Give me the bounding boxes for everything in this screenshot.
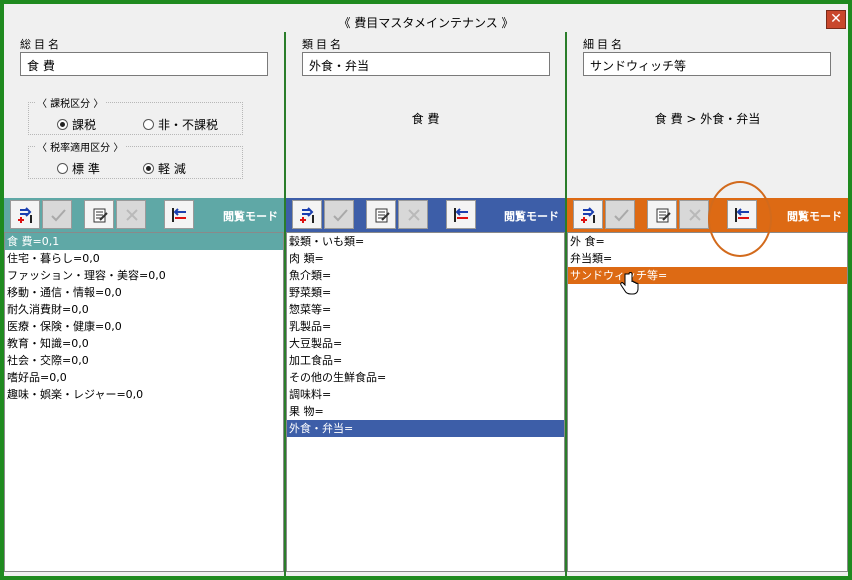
highlight-ring xyxy=(708,181,772,257)
list-item[interactable]: 加工食品= xyxy=(287,352,564,369)
radio-standard[interactable]: 標 準 xyxy=(57,160,100,177)
list-item[interactable]: その他の生鮮食品= xyxy=(287,369,564,386)
item-label: 細目名 xyxy=(583,38,625,51)
category-label: 総目名 xyxy=(20,38,62,51)
radio-dot-icon xyxy=(57,119,68,130)
confirm-button[interactable] xyxy=(324,200,354,229)
list-item[interactable]: 外 食= xyxy=(568,233,847,250)
breadcrumb: 食 費 xyxy=(411,112,440,126)
list-item[interactable]: 魚介類= xyxy=(287,267,564,284)
list-item[interactable]: 住宅・暮らし=0,0 xyxy=(5,250,283,267)
list-item[interactable]: 弁当類= xyxy=(568,250,847,267)
list-item[interactable]: 食 費=0,1 xyxy=(5,233,283,250)
tax-rate-group: 〈 税率適用区分 〉 標 準 軽 減 xyxy=(28,139,243,179)
category-toolbar: 閲覧モード xyxy=(4,198,284,232)
list-item[interactable]: 調味料= xyxy=(287,386,564,403)
list-item[interactable]: 嗜好品=0,0 xyxy=(5,369,283,386)
list-item[interactable]: 乳製品= xyxy=(287,318,564,335)
subcategory-field[interactable]: 外食・弁当 xyxy=(302,52,550,76)
add-record-button[interactable] xyxy=(292,200,322,229)
subcategory-label: 類目名 xyxy=(302,38,344,51)
edit-button[interactable] xyxy=(647,200,677,229)
list-item[interactable]: 医療・保険・健康=0,0 xyxy=(5,318,283,335)
radio-taxable[interactable]: 課税 xyxy=(57,116,96,133)
subcategory-list[interactable]: 穀類・いも類= 肉 類= 魚介類= 野菜類= 惣菜等= 乳製品= 大豆製品= 加工食品= その他… xyxy=(286,232,565,572)
list-item[interactable]: 野菜類= xyxy=(287,284,564,301)
subcategory-panel: 類目名 外食・弁当 食 費 閲覧モード 穀類・いも類= 肉 類= 魚介類= 野菜類= 惣… xyxy=(286,32,565,572)
list-item[interactable]: 果 物= xyxy=(287,403,564,420)
view-mode-label: 閲覧モード xyxy=(223,210,278,223)
subcategory-toolbar: 閲覧モード xyxy=(286,198,565,232)
list-item[interactable]: 耐久消費財=0,0 xyxy=(5,301,283,318)
category-field[interactable]: 食 費 xyxy=(20,52,268,76)
mode-switch-button[interactable] xyxy=(164,200,194,229)
add-record-button[interactable] xyxy=(10,200,40,229)
view-mode-label: 閲覧モード xyxy=(504,210,559,223)
list-item[interactable]: 穀類・いも類= xyxy=(287,233,564,250)
hand-cursor-icon xyxy=(620,272,639,295)
tax-rate-label: 〈 税率適用区分 〉 xyxy=(35,139,126,154)
delete-button[interactable] xyxy=(398,200,428,229)
list-item[interactable]: 惣菜等= xyxy=(287,301,564,318)
list-item[interactable]: サンドウィッチ等= xyxy=(568,267,847,284)
category-list[interactable]: 食 費=0,1 住宅・暮らし=0,0 ファッション・理容・美容=0,0 移動・通信・情… xyxy=(4,232,284,572)
window-title: 《 費目マスタメインテナンス 》 xyxy=(338,16,514,30)
list-item[interactable]: 教育・知識=0,0 xyxy=(5,335,283,352)
close-icon: ✕ xyxy=(830,11,842,27)
radio-dot-icon xyxy=(57,163,68,174)
list-item[interactable]: 趣味・娯楽・レジャー=0,0 xyxy=(5,386,283,403)
confirm-button[interactable] xyxy=(605,200,635,229)
category-panel: 総目名 食 費 〈 課税区分 〉 課税 非・不課税 〈 税率適用区分 〉 標 準… xyxy=(4,32,284,572)
mode-switch-button[interactable] xyxy=(446,200,476,229)
tax-class-group: 〈 課税区分 〉 課税 非・不課税 xyxy=(28,95,243,135)
delete-button[interactable] xyxy=(116,200,146,229)
edit-button[interactable] xyxy=(84,200,114,229)
list-item[interactable]: 移動・通信・情報=0,0 xyxy=(5,284,283,301)
item-panel: 細目名 サンドウィッチ等 食 費 > 外食・弁当 閲覧モード 外 食= 弁当類= サ… xyxy=(567,32,848,572)
list-item[interactable]: ファッション・理容・美容=0,0 xyxy=(5,267,283,284)
list-item[interactable]: 肉 類= xyxy=(287,250,564,267)
radio-non-taxable[interactable]: 非・不課税 xyxy=(143,116,218,133)
delete-button[interactable] xyxy=(679,200,709,229)
radio-reduced[interactable]: 軽 減 xyxy=(143,160,186,177)
list-item[interactable]: 大豆製品= xyxy=(287,335,564,352)
view-mode-label: 閲覧モード xyxy=(787,210,842,223)
confirm-button[interactable] xyxy=(42,200,72,229)
list-item[interactable]: 社会・交際=0,0 xyxy=(5,352,283,369)
edit-button[interactable] xyxy=(366,200,396,229)
item-field[interactable]: サンドウィッチ等 xyxy=(583,52,831,76)
breadcrumb: 食 費 > 外食・弁当 xyxy=(654,112,761,126)
radio-dot-icon xyxy=(143,163,154,174)
list-item[interactable]: 外食・弁当= xyxy=(287,420,564,437)
close-button[interactable]: ✕ xyxy=(826,10,846,29)
item-list[interactable]: 外 食= 弁当類= サンドウィッチ等= xyxy=(567,232,848,572)
tax-class-label: 〈 課税区分 〉 xyxy=(35,95,106,110)
add-record-button[interactable] xyxy=(573,200,603,229)
radio-dot-icon xyxy=(143,119,154,130)
